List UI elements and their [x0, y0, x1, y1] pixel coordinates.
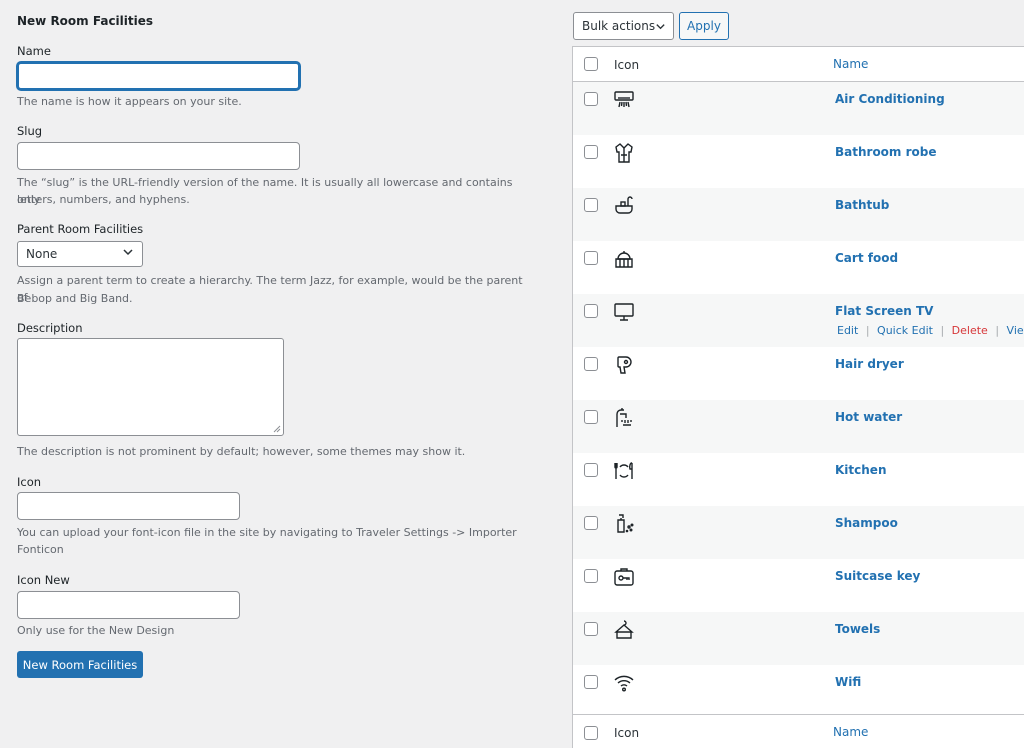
apply-button[interactable]: Apply	[679, 12, 729, 40]
row-checkbox[interactable]	[584, 410, 598, 424]
icon-hint-line-2: Fonticon	[17, 543, 64, 556]
parent-label: Parent Room Facilities	[17, 222, 144, 236]
table-row: Hair dryer	[573, 347, 1024, 400]
table-footer: Icon Name	[573, 714, 1024, 748]
table-header: Icon Name	[573, 47, 1024, 82]
air-conditioner-icon	[614, 91, 634, 108]
view-link[interactable]: View	[1007, 324, 1024, 337]
row-checkbox[interactable]	[584, 304, 598, 318]
table-row: Suitcase key	[573, 559, 1024, 612]
slug-hint-line-2: letters, numbers, and hyphens.	[17, 193, 190, 206]
hair-dryer-icon	[617, 356, 632, 374]
icon-label: Icon	[17, 475, 42, 489]
icon-input[interactable]	[17, 492, 240, 520]
slug-label: Slug	[17, 124, 43, 138]
table-row: Cart food	[573, 241, 1024, 294]
row-name-link[interactable]: Shampoo	[835, 516, 898, 530]
row-name-link[interactable]: Bathroom robe	[835, 145, 937, 159]
row-checkbox[interactable]	[584, 675, 598, 689]
parent-hint-line-2: Bebop and Big Band.	[17, 292, 133, 305]
description-hint: The description is not prominent by defa…	[17, 445, 466, 458]
column-footer-name[interactable]: Name	[833, 725, 868, 739]
description-textarea[interactable]	[17, 338, 284, 436]
kitchen-icon	[614, 462, 633, 479]
table-row: Air Conditioning	[573, 82, 1024, 135]
table-row: Kitchen	[573, 453, 1024, 506]
bathtub-icon	[615, 196, 633, 214]
food-cart-icon	[615, 251, 633, 268]
icon-new-input[interactable]	[17, 591, 240, 619]
row-checkbox[interactable]	[584, 516, 598, 530]
row-name-link[interactable]: Towels	[835, 622, 880, 636]
delete-link[interactable]: Delete	[952, 324, 988, 337]
chevron-down-icon	[656, 24, 665, 30]
row-checkbox[interactable]	[584, 145, 598, 159]
column-header-icon: Icon	[614, 58, 640, 72]
parent-select[interactable]: None	[17, 241, 143, 267]
column-header-name[interactable]: Name	[833, 57, 868, 71]
row-name-link[interactable]: Flat Screen TV	[835, 304, 933, 318]
hot-water-icon	[616, 408, 632, 427]
wifi-icon	[614, 675, 634, 692]
row-checkbox[interactable]	[584, 251, 598, 265]
row-name-link[interactable]: Hot water	[835, 410, 902, 424]
row-name-link[interactable]: Bathtub	[835, 198, 889, 212]
bulk-actions-select[interactable]: Bulk actions	[573, 12, 674, 40]
slug-input[interactable]	[17, 142, 300, 170]
terms-table: Icon Name Air Conditioning Bathroom robe…	[572, 46, 1024, 748]
add-new-term-button[interactable]: New Room Facilities	[17, 651, 143, 678]
row-actions: Edit | Quick Edit | Delete | View	[835, 324, 1024, 337]
row-name-link[interactable]: Air Conditioning	[835, 92, 945, 106]
chevron-down-icon	[123, 249, 133, 256]
icon-new-label: Icon New	[17, 573, 70, 587]
table-row: Towels	[573, 612, 1024, 665]
name-label: Name	[17, 44, 51, 58]
description-label: Description	[17, 321, 83, 335]
select-all-checkbox-footer[interactable]	[584, 726, 598, 740]
row-checkbox[interactable]	[584, 569, 598, 583]
row-name-link[interactable]: Cart food	[835, 251, 898, 265]
shampoo-icon	[617, 514, 634, 533]
name-input[interactable]	[17, 62, 300, 90]
suitcase-key-icon	[614, 568, 634, 586]
quick-edit-link[interactable]: Quick Edit	[877, 324, 933, 337]
tv-monitor-icon	[614, 303, 634, 321]
table-row: Bathtub	[573, 188, 1024, 241]
towels-icon	[614, 620, 634, 639]
table-row: Shampoo	[573, 506, 1024, 559]
row-checkbox[interactable]	[584, 198, 598, 212]
edit-link[interactable]: Edit	[837, 324, 858, 337]
form-title: New Room Facilities	[17, 14, 154, 28]
row-checkbox[interactable]	[584, 92, 598, 106]
row-checkbox[interactable]	[584, 622, 598, 636]
resize-grip-icon[interactable]	[273, 425, 281, 433]
row-name-link[interactable]: Kitchen	[835, 463, 887, 477]
column-footer-icon: Icon	[614, 726, 640, 740]
icon-new-hint: Only use for the New Design	[17, 624, 175, 637]
row-name-link[interactable]: Suitcase key	[835, 569, 920, 583]
name-hint: The name is how it appears on your site.	[17, 95, 242, 108]
row-name-link[interactable]: Hair dryer	[835, 357, 904, 371]
bathrobe-icon	[615, 143, 633, 163]
row-checkbox[interactable]	[584, 357, 598, 371]
table-row: Bathroom robe	[573, 135, 1024, 188]
select-all-checkbox[interactable]	[584, 57, 598, 71]
icon-hint-line-1: You can upload your font-icon file in th…	[17, 526, 517, 539]
table-row: Wifi	[573, 665, 1024, 718]
table-row: Hot water	[573, 400, 1024, 453]
row-checkbox[interactable]	[584, 463, 598, 477]
row-name-link[interactable]: Wifi	[835, 675, 861, 689]
table-row: Flat Screen TV Edit | Quick Edit | Delet…	[573, 294, 1024, 347]
